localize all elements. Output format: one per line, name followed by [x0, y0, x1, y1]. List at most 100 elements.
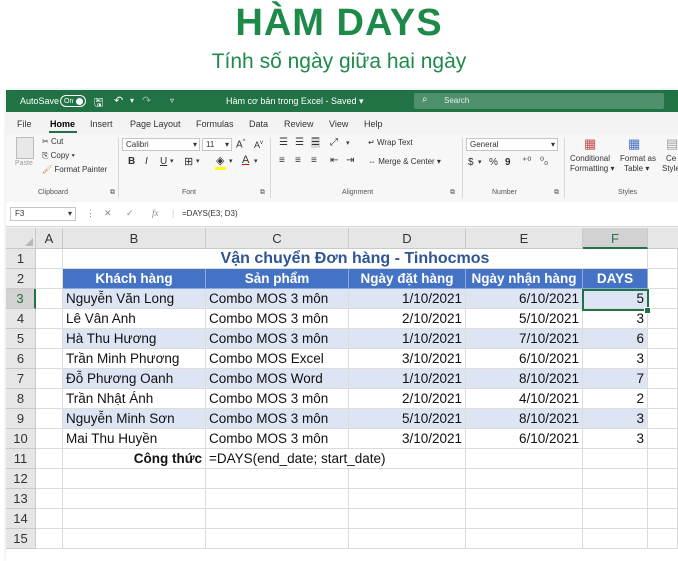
cell-styles-sub[interactable]: Style [662, 164, 678, 173]
formula-label[interactable]: Công thức [63, 449, 206, 469]
days-cell[interactable]: 6 [583, 329, 648, 349]
cell-styles-icon[interactable]: ▤ [666, 136, 678, 152]
cell-empty[interactable] [583, 509, 648, 529]
wrap-text-button[interactable]: ↵ Wrap Text [368, 138, 413, 147]
table-header-cell[interactable]: Khách hàng [63, 269, 206, 289]
cell-empty[interactable] [36, 469, 63, 489]
number-format-select[interactable]: General ▾ [466, 138, 558, 151]
cell-empty[interactable] [648, 529, 678, 549]
customer-cell[interactable]: Hà Thu Hương [63, 329, 206, 349]
undo-icon[interactable]: ↶ [114, 94, 123, 107]
table-header-cell[interactable]: DAYS [583, 269, 648, 289]
order-date-cell[interactable]: 3/10/2021 [349, 349, 466, 369]
days-cell[interactable]: 3 [583, 429, 648, 449]
delivery-date-cell[interactable]: 5/10/2021 [466, 309, 583, 329]
cell-empty[interactable] [648, 269, 678, 289]
row-header[interactable]: 10 [6, 429, 36, 449]
cell-empty[interactable] [349, 469, 466, 489]
clipboard-launcher-icon[interactable]: ⧉ [110, 189, 115, 197]
cell-empty[interactable] [466, 509, 583, 529]
enter-icon[interactable]: ✓ [126, 208, 134, 219]
name-box[interactable]: F3 ▾ [10, 207, 76, 221]
delivery-date-cell[interactable]: 6/10/2021 [466, 429, 583, 449]
cell-empty[interactable] [466, 449, 583, 469]
product-cell[interactable]: Combo MOS 3 môn [206, 409, 349, 429]
cell-empty[interactable] [36, 529, 63, 549]
cell-empty[interactable] [63, 509, 206, 529]
cell-empty[interactable] [583, 449, 648, 469]
format-painter-button[interactable]: 🖌 Format Painter [42, 165, 107, 174]
order-date-cell[interactable]: 1/10/2021 [349, 329, 466, 349]
font-launcher-icon[interactable]: ⧉ [260, 189, 265, 197]
tab-formulas[interactable]: Formulas [196, 119, 234, 129]
product-cell[interactable]: Combo MOS 3 môn [206, 309, 349, 329]
sheet-title[interactable]: Vận chuyển Đơn hàng - Tinhocmos [63, 249, 648, 269]
days-cell[interactable]: 2 [583, 389, 648, 409]
product-cell[interactable]: Combo MOS Word [206, 369, 349, 389]
row-header[interactable]: 4 [6, 309, 36, 329]
formula-text[interactable]: =DAYS(end_date; start_date) [206, 449, 466, 469]
delivery-date-cell[interactable]: 6/10/2021 [466, 289, 583, 309]
cell-empty[interactable] [648, 489, 678, 509]
cell-empty[interactable] [36, 509, 63, 529]
underline-button[interactable]: U [160, 156, 167, 167]
cell-empty[interactable] [36, 409, 63, 429]
column-header-d[interactable]: D [349, 228, 466, 249]
order-date-cell[interactable]: 1/10/2021 [349, 369, 466, 389]
table-header-cell[interactable]: Ngày nhận hàng [466, 269, 583, 289]
product-cell[interactable]: Combo MOS 3 môn [206, 429, 349, 449]
alignment-launcher-icon[interactable]: ⧉ [450, 189, 455, 197]
paste-label[interactable]: Paste [15, 160, 33, 167]
cell-empty[interactable] [206, 489, 349, 509]
cell-empty[interactable] [349, 509, 466, 529]
column-header-e[interactable]: E [466, 228, 583, 249]
product-cell[interactable]: Combo MOS 3 môn [206, 329, 349, 349]
chevron-down-icon[interactable]: ▾ [170, 157, 174, 165]
percent-button[interactable]: % [489, 157, 498, 168]
decrease-indent-icon[interactable]: ⇤ [330, 155, 338, 166]
cell-styles-button[interactable]: Ce [666, 154, 676, 163]
conditional-formatting-icon[interactable]: ▦ [584, 136, 596, 152]
cell-empty[interactable] [36, 309, 63, 329]
row-header[interactable]: 13 [6, 489, 36, 509]
cut-button[interactable]: ✂ Cut [42, 137, 63, 146]
cell-empty[interactable] [36, 389, 63, 409]
font-color-icon[interactable]: A [242, 154, 249, 166]
insert-function-icon[interactable]: fx [152, 208, 159, 218]
bold-button[interactable]: B [128, 156, 135, 167]
order-date-cell[interactable]: 1/10/2021 [349, 289, 466, 309]
cell-empty[interactable] [36, 369, 63, 389]
customer-cell[interactable]: Nguyễn Văn Long [63, 289, 206, 309]
customer-cell[interactable]: Trần Minh Phương [63, 349, 206, 369]
conditional-formatting-button[interactable]: Conditional [570, 154, 610, 163]
customer-cell[interactable]: Mai Thu Huyền [63, 429, 206, 449]
conditional-formatting-sub[interactable]: Formatting ▾ [570, 164, 614, 173]
cell-empty[interactable] [36, 269, 63, 289]
document-title[interactable]: Hàm cơ bản trong Excel - Saved ▾ [226, 96, 363, 107]
cell-empty[interactable] [648, 449, 678, 469]
delivery-date-cell[interactable]: 4/10/2021 [466, 389, 583, 409]
delivery-date-cell[interactable]: 6/10/2021 [466, 349, 583, 369]
row-header[interactable]: 15 [6, 529, 36, 549]
comma-button[interactable]: 9 [505, 157, 511, 168]
row-header[interactable]: 5 [6, 329, 36, 349]
search-box[interactable]: ⌕ Search [414, 93, 664, 109]
align-bottom-icon[interactable]: ☰ [311, 137, 320, 148]
cell-empty[interactable] [648, 469, 678, 489]
align-center-icon[interactable]: ≡ [295, 155, 301, 166]
order-date-cell[interactable]: 2/10/2021 [349, 309, 466, 329]
row-header[interactable]: 8 [6, 389, 36, 409]
product-cell[interactable]: Combo MOS Excel [206, 349, 349, 369]
format-as-table-sub[interactable]: Table ▾ [624, 164, 649, 173]
autosave-toggle[interactable]: On [60, 95, 86, 107]
cell-empty[interactable] [648, 389, 678, 409]
order-date-cell[interactable]: 3/10/2021 [349, 429, 466, 449]
cell-empty[interactable] [206, 469, 349, 489]
column-header-c[interactable]: C [206, 228, 349, 249]
cell-empty[interactable] [648, 429, 678, 449]
decrease-decimal-icon[interactable]: ⁰₀ [540, 156, 548, 167]
product-cell[interactable]: Combo MOS 3 môn [206, 289, 349, 309]
format-as-table-icon[interactable]: ▦ [628, 136, 640, 152]
currency-button[interactable]: $ [468, 157, 474, 168]
cell-empty[interactable] [36, 489, 63, 509]
